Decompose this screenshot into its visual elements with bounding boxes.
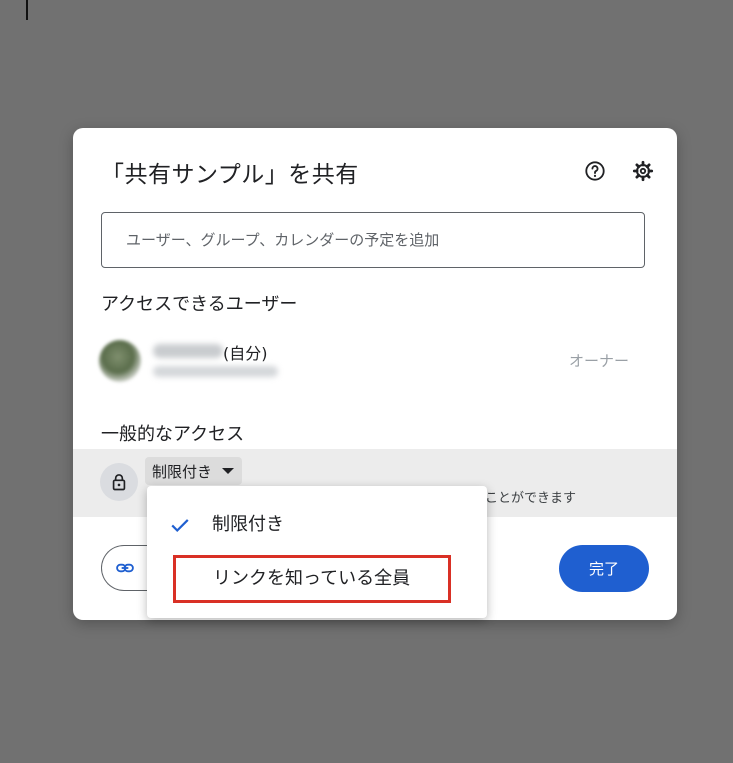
settings-button[interactable] <box>630 158 656 184</box>
general-access-heading: 一般的なアクセス <box>101 424 245 445</box>
help-button[interactable] <box>582 158 608 184</box>
lock-badge <box>100 463 138 501</box>
text-cursor <box>26 0 28 20</box>
menu-item-label: 制限付き <box>212 514 284 535</box>
owner-role: オーナー <box>569 352 630 370</box>
help-icon <box>585 161 605 181</box>
access-description: ことができます <box>485 491 577 506</box>
owner-email-redacted <box>153 366 278 377</box>
lock-icon <box>112 474 126 491</box>
done-button[interactable]: 完了 <box>559 545 649 592</box>
owner-avatar <box>99 340 141 382</box>
add-people-input[interactable] <box>101 212 645 268</box>
access-level-value: 制限付き <box>152 462 213 481</box>
owner-name-redacted <box>153 344 223 358</box>
menu-item-label: リンクを知っている全員 <box>213 568 411 589</box>
settings-icon <box>632 160 654 182</box>
dialog-title: 「共有サンプル」を共有 <box>101 162 359 188</box>
owner-self-label: (自分) <box>223 344 268 363</box>
caret-down-icon <box>222 468 235 474</box>
menu-item-anyone-with-link[interactable]: リンクを知っている全員 <box>147 552 487 604</box>
access-level-select[interactable]: 制限付き <box>145 457 243 485</box>
link-icon <box>116 563 134 573</box>
menu-item-restricted[interactable]: 制限付き <box>147 496 487 548</box>
people-with-access-heading: アクセスできるユーザー <box>101 294 298 315</box>
check-icon <box>171 519 189 533</box>
access-level-menu: 制限付き リンクを知っている全員 <box>147 486 487 618</box>
